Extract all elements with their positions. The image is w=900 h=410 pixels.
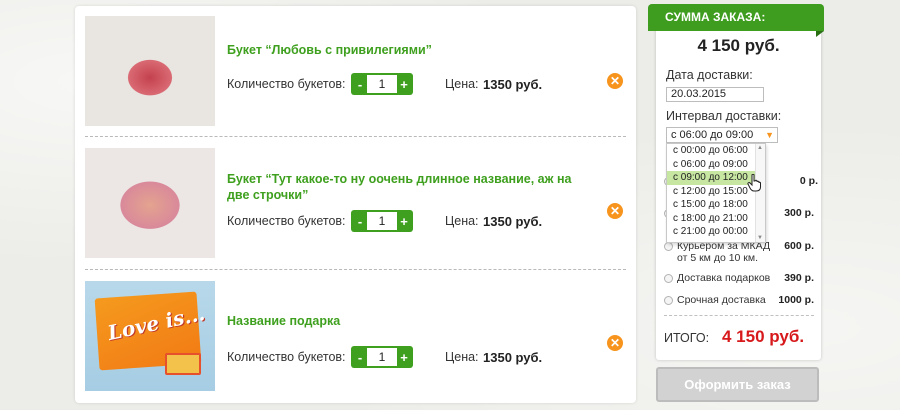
order-total: 4 150 руб. [697,36,780,55]
decrement-button[interactable]: - [353,212,367,230]
shipping-option[interactable]: Срочная доставка 1000 р. [664,294,814,308]
shipping-option[interactable]: Курьером за МКАД от 5 км до 10 км. 600 р… [664,240,814,266]
summary-divider [664,315,814,316]
dropdown-option[interactable]: с 21:00 до 00:00 [667,225,765,239]
delivery-interval-select[interactable]: с 06:00 до 09:00 ▼ [666,127,778,143]
product-image-bouquet[interactable] [85,148,215,258]
cart-item: Love is... Название подарка Количество б… [85,281,626,391]
remove-item-icon[interactable]: ✕ [607,203,623,219]
shipping-option-name: Срочная доставка [677,294,766,306]
dropdown-option[interactable]: с 06:00 до 09:00 [667,158,765,172]
radio-button[interactable] [664,274,673,283]
dropdown-scrollbar[interactable]: ▲ ▼ [755,144,765,242]
delivery-date-input[interactable]: 20.03.2015 [666,87,764,102]
price-value: 1350 руб. [483,349,543,365]
price-value: 1350 руб. [483,76,543,92]
quantity-row: Количество букетов: - 1 + Цена: 1350 руб… [227,346,542,368]
quantity-label: Количество букетов: [227,77,346,91]
delivery-interval-dropdown: с 00:00 до 06:00 с 06:00 до 09:00 с 09:0… [666,143,766,243]
grand-total-value: 4 150 руб. [722,327,805,346]
scroll-up-icon[interactable]: ▲ [757,145,763,151]
quantity-input[interactable]: 1 [367,212,397,230]
radio-button[interactable] [664,242,673,251]
radio-button[interactable] [664,296,673,305]
decrement-button[interactable]: - [353,75,367,93]
shipping-option-price: 1000 р. [778,294,814,306]
product-title[interactable]: Букет “Любовь с привилегиями” [227,42,587,58]
quantity-stepper: - 1 + [351,346,413,368]
shipping-option-price: 600 р. [784,240,814,252]
cart-panel: Букет “Любовь с привилегиями” Количество… [75,6,636,403]
product-image-bouquet[interactable] [85,16,215,126]
quantity-input[interactable]: 1 [367,348,397,366]
product-image-gift[interactable]: Love is... [85,281,215,391]
price-label: Цена: [445,77,479,91]
price-label: Цена: [445,350,479,364]
quantity-label: Количество букетов: [227,350,346,364]
scroll-down-icon[interactable]: ▼ [757,235,763,241]
dropdown-option[interactable]: с 18:00 до 21:00 [667,212,765,226]
place-order-button[interactable]: Оформить заказ [656,367,819,402]
shipping-option-name: Курьером за МКАД от 5 км до 10 км. [677,240,771,264]
shipping-option-price: 300 р. [784,207,814,219]
quantity-row: Количество букетов: - 1 + Цена: 1350 руб… [227,210,542,232]
remove-item-icon[interactable]: ✕ [607,335,623,351]
hand-cursor-icon [747,174,761,192]
price-label: Цена: [445,214,479,228]
delivery-date-label: Дата доставки: [666,68,753,82]
grand-total-label: ИТОГО: [664,331,710,345]
chevron-down-icon: ▼ [765,130,774,140]
dropdown-option[interactable]: с 15:00 до 18:00 [667,198,765,212]
gum-pack-shape [165,353,201,375]
quantity-input[interactable]: 1 [367,75,397,93]
increment-button[interactable]: + [397,75,411,93]
cart-item: Букет “Любовь с привилегиями” Количество… [85,16,626,126]
delivery-interval-label: Интервал доставки: [666,109,782,123]
shipping-option[interactable]: Доставка подарков 390 р. [664,272,814,286]
product-title[interactable]: Букет “Тут какое-то ну оочень длинное на… [227,171,587,203]
cart-item: Букет “Тут какое-то ну оочень длинное на… [85,148,626,258]
increment-button[interactable]: + [397,212,411,230]
decrement-button[interactable]: - [353,348,367,366]
delivery-interval-value: с 06:00 до 09:00 [671,129,754,141]
item-divider [85,136,626,137]
quantity-label: Количество букетов: [227,214,346,228]
price-value: 1350 руб. [483,213,543,229]
summary-header: СУММА ЗАКАЗА: [648,4,824,37]
shipping-option-price: 0 р. [799,175,818,187]
product-title[interactable]: Название подарка [227,313,587,329]
quantity-stepper: - 1 + [351,210,413,232]
dropdown-option[interactable]: с 00:00 до 06:00 [667,144,765,158]
shipping-option-name: Доставка подарков [677,272,771,284]
increment-button[interactable]: + [397,348,411,366]
remove-item-icon[interactable]: ✕ [607,73,623,89]
quantity-row: Количество букетов: - 1 + Цена: 1350 руб… [227,73,542,95]
quantity-stepper: - 1 + [351,73,413,95]
shipping-option-price: 390 р. [784,272,814,284]
item-divider [85,269,626,270]
